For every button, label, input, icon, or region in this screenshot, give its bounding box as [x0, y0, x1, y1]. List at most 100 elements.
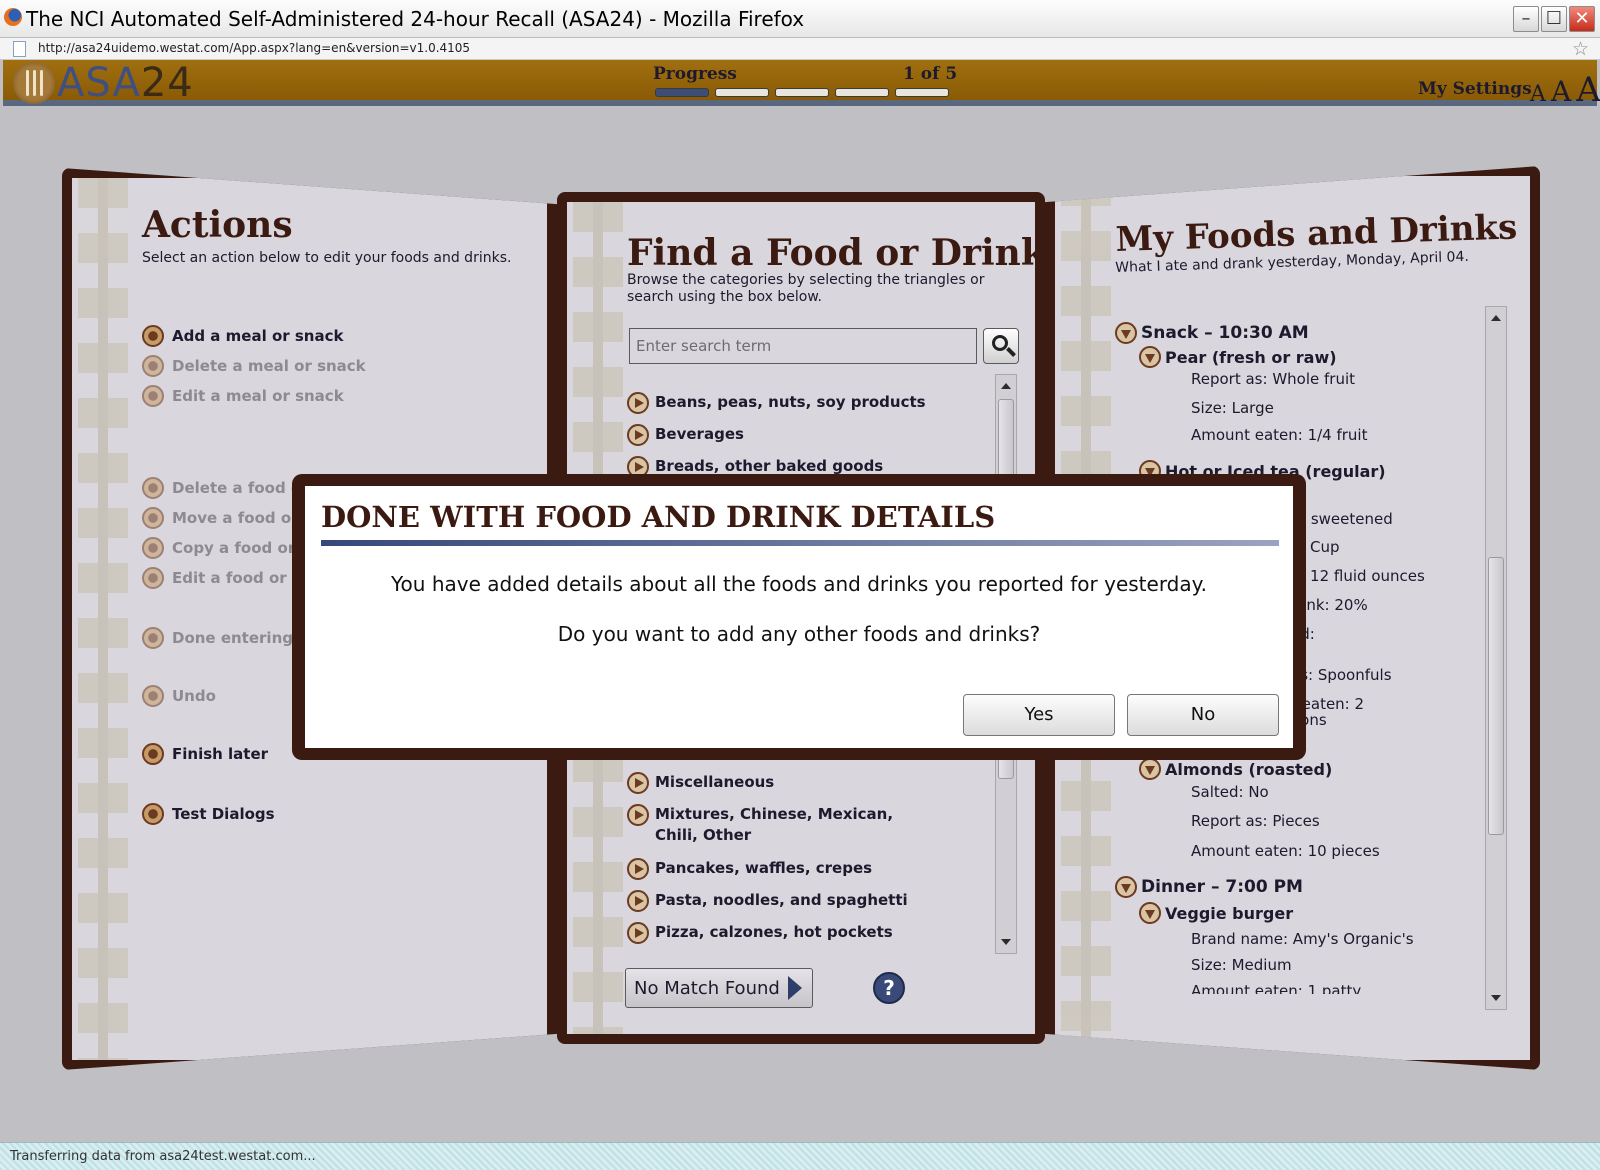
font-size-small-button[interactable]: A [1530, 82, 1546, 107]
scroll-down-arrow-icon[interactable] [1491, 995, 1501, 1001]
radio-bullet-icon [142, 627, 164, 649]
scroll-down-arrow-icon[interactable] [1001, 939, 1011, 945]
action-label: Delete a meal or snack [172, 357, 366, 375]
maximize-button[interactable]: ☐ [1541, 6, 1567, 32]
category-item[interactable]: Beverages [627, 424, 927, 446]
radio-bullet-icon [142, 507, 164, 529]
window-titlebar: The NCI Automated Self-Administered 24-h… [0, 0, 1600, 38]
progress-segment [715, 88, 769, 97]
action-label: Edit a meal or snack [172, 387, 344, 405]
food-detail: Size: Medium [1191, 956, 1292, 974]
url-text[interactable]: http://asa24uidemo.westat.com/App.aspx?l… [38, 41, 470, 55]
scroll-thumb[interactable] [1488, 557, 1504, 835]
search-input[interactable] [629, 328, 977, 364]
dialog-body: DONE WITH FOOD AND DRINK DETAILS You hav… [305, 486, 1293, 748]
close-window-button[interactable]: ✕ [1569, 6, 1595, 32]
food-detail: as: Spoonfuls [1291, 666, 1392, 684]
food-detail: Salted: No [1191, 783, 1269, 801]
meal-label: Dinner – 7:00 PM [1141, 877, 1303, 897]
category-label: Mixtures, Chinese, Mexican, Chili, Other [655, 805, 894, 844]
progress-segment [835, 88, 889, 97]
category-item[interactable]: Pasta, noodles, and spaghetti [627, 890, 927, 912]
font-size-large-button[interactable]: A [1576, 70, 1600, 110]
expand-triangle-icon[interactable] [627, 922, 649, 944]
font-size-medium-button[interactable]: A [1551, 75, 1571, 108]
category-label: Pizza, calzones, hot pockets [655, 923, 893, 941]
radio-bullet-icon [142, 743, 164, 765]
scroll-up-arrow-icon[interactable] [1001, 383, 1011, 389]
address-bar[interactable]: http://asa24uidemo.westat.com/App.aspx?l… [0, 38, 1600, 60]
action-item[interactable]: Test Dialogs [142, 802, 275, 826]
food-label: Pear (fresh or raw) [1165, 347, 1337, 367]
food-detail: Amount eaten: 10 pieces [1191, 842, 1380, 860]
meal-snack[interactable]: Snack – 10:30 AM [1115, 322, 1309, 344]
bookmark-star-icon[interactable]: ☆ [1572, 38, 1589, 60]
my-foods-scrollbar[interactable] [1485, 306, 1507, 1010]
status-text: Transferring data from asa24test.westat.… [10, 1149, 316, 1164]
radio-bullet-icon [142, 385, 164, 407]
my-settings-link[interactable]: My Settings [1418, 79, 1532, 99]
firefox-icon [4, 8, 22, 26]
category-label: Beverages [655, 425, 744, 443]
collapse-triangle-icon[interactable] [1115, 322, 1137, 344]
help-icon[interactable]: ? [873, 972, 905, 1004]
progress-segment [775, 88, 829, 97]
food-pear[interactable]: Pear (fresh or raw) [1139, 346, 1337, 368]
right-arrow-icon [787, 976, 802, 1000]
expand-triangle-icon[interactable] [627, 392, 649, 414]
collapse-triangle-icon[interactable] [1139, 758, 1161, 780]
food-almonds[interactable]: Almonds (roasted) [1139, 758, 1332, 780]
collapse-triangle-icon[interactable] [1139, 346, 1161, 368]
minimize-button[interactable]: – [1513, 6, 1539, 32]
progress-bar [655, 88, 949, 97]
category-item[interactable]: Pancakes, waffles, crepes [627, 858, 927, 880]
dialog-title: DONE WITH FOOD AND DRINK DETAILS [321, 500, 996, 534]
meal-dinner[interactable]: Dinner – 7:00 PM [1115, 876, 1303, 898]
no-button[interactable]: No [1127, 694, 1279, 736]
scroll-up-arrow-icon[interactable] [1491, 315, 1501, 321]
utensils-logo-icon [13, 62, 55, 104]
magnifier-icon [992, 335, 1008, 351]
action-label: Add a meal or snack [172, 327, 344, 345]
action-item: Undo [142, 684, 216, 708]
radio-bullet-icon [142, 477, 164, 499]
action-label: Finish later [172, 745, 269, 763]
action-item[interactable]: Finish later [142, 742, 268, 766]
find-title: Find a Food or Drink [627, 232, 1035, 274]
dialog-question: Do you want to add any other foods and d… [557, 622, 1041, 646]
radio-bullet-icon [142, 567, 164, 589]
app-name-suffix: 24 [140, 60, 194, 106]
food-label: Veggie burger [1165, 903, 1294, 923]
no-match-found-button[interactable]: No Match Found [625, 968, 813, 1008]
category-item[interactable]: Miscellaneous [627, 772, 927, 794]
category-label: Pancakes, waffles, crepes [655, 859, 873, 877]
category-item[interactable]: Beans, peas, nuts, soy products [627, 392, 927, 414]
expand-triangle-icon[interactable] [627, 424, 649, 446]
category-item[interactable]: Mixtures, Chinese, Mexican, Chili, Other [627, 804, 927, 846]
expand-triangle-icon[interactable] [627, 890, 649, 912]
action-item[interactable]: Add a meal or snack [142, 324, 343, 348]
meal-label: Snack – 10:30 AM [1141, 323, 1309, 343]
progress-segment [895, 88, 949, 97]
food-detail: Size: Large [1191, 399, 1274, 417]
action-item: Delete a meal or snack [142, 354, 366, 378]
search-button[interactable] [983, 328, 1019, 364]
food-veggie-burger[interactable]: Veggie burger [1139, 902, 1293, 924]
collapse-triangle-icon[interactable] [1115, 876, 1137, 898]
progress-segment [655, 88, 709, 97]
actions-title: Actions [142, 204, 293, 246]
food-detail: Report as: Whole fruit [1191, 370, 1356, 388]
food-detail: e: 12 fluid ounces [1291, 567, 1425, 585]
food-detail: Amount eaten: 1 patty [1191, 982, 1362, 994]
expand-triangle-icon[interactable] [627, 858, 649, 880]
dialog-divider [321, 540, 1279, 546]
expand-triangle-icon[interactable] [627, 804, 649, 826]
yes-button[interactable]: Yes [963, 694, 1115, 736]
find-subtitle: Browse the categories by selecting the t… [627, 272, 985, 305]
category-item[interactable]: Pizza, calzones, hot pockets [627, 922, 927, 944]
expand-triangle-icon[interactable] [627, 772, 649, 794]
app-name-prefix: ASA [57, 60, 141, 106]
category-label: Beans, peas, nuts, soy products [655, 393, 926, 411]
action-item: Done entering [142, 626, 293, 650]
collapse-triangle-icon[interactable] [1139, 902, 1161, 924]
